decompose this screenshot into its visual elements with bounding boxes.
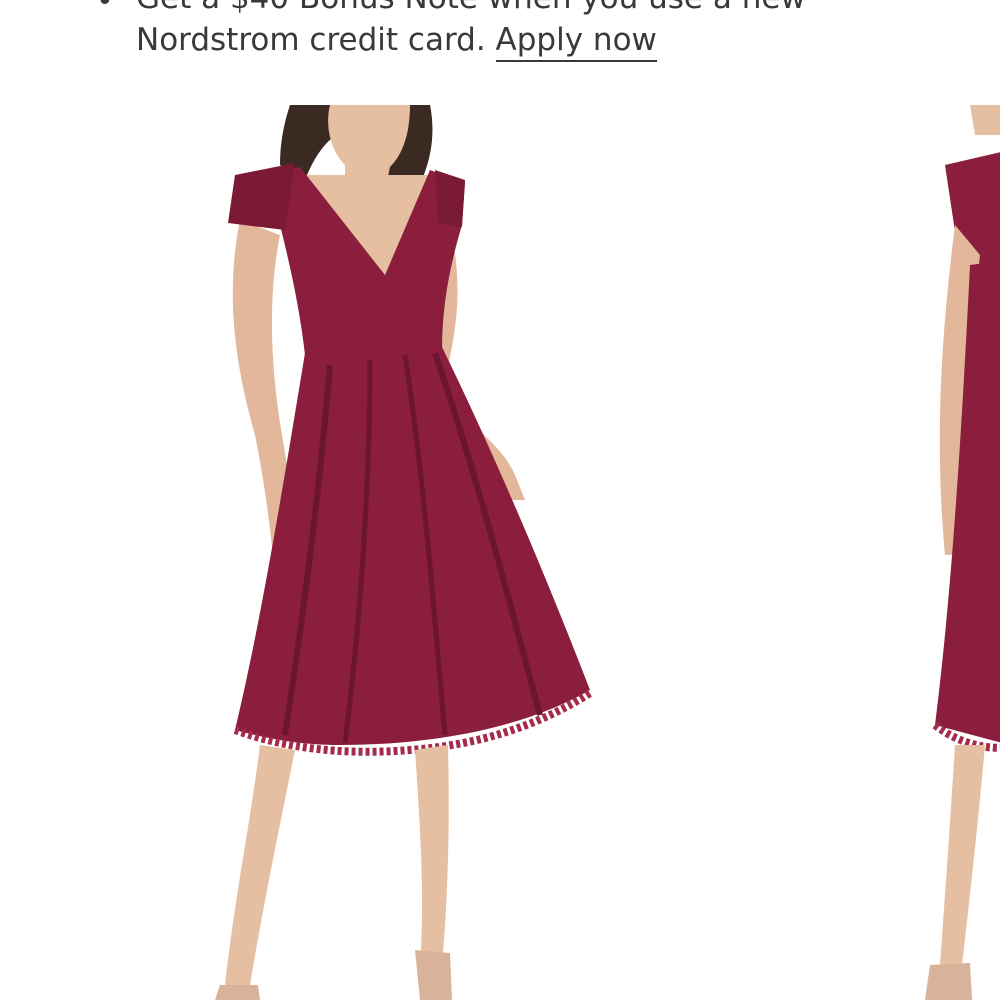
bullet-icon: •	[96, 0, 114, 19]
apply-now-link[interactable]: Apply now	[495, 22, 657, 62]
product-image-next[interactable]	[900, 105, 1000, 1000]
promo-text-line1: Get a $40 Bonus Note when you use a new	[136, 0, 806, 18]
product-image-carousel[interactable]	[0, 105, 1000, 1000]
promo-text: Nordstrom credit card.	[136, 22, 486, 58]
promo-text-line2: Nordstrom credit card. Apply now	[136, 20, 657, 62]
promo-banner: • Get a $40 Bonus Note when you use a ne…	[0, 0, 1000, 90]
product-image-main[interactable]	[180, 105, 640, 1000]
